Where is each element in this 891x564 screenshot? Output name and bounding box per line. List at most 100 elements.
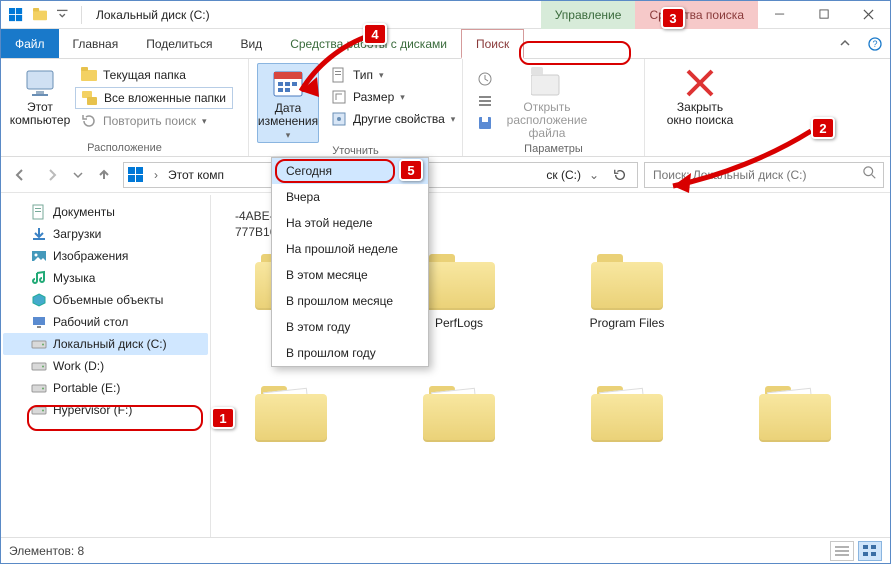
ribbon-group-location: Этот компьютер Текущая папка Все вложенн… (1, 59, 249, 156)
date-modified-menu[interactable]: СегодняВчераНа этой неделеНа прошлой нед… (271, 157, 429, 367)
tab-file[interactable]: Файл (1, 29, 59, 58)
view-details-button[interactable] (830, 541, 854, 561)
annotation-badge-3: 3 (661, 7, 685, 29)
tree-item-3[interactable]: Музыка (3, 267, 208, 289)
addr-root[interactable]: Этот комп (168, 168, 224, 182)
svg-text:?: ? (872, 39, 877, 49)
quick-access-toolbar (1, 4, 90, 26)
tree-item-0[interactable]: Документы (3, 201, 208, 223)
minimize-button[interactable] (758, 1, 802, 29)
help-icon[interactable]: ? (860, 29, 890, 58)
folder-item[interactable] (231, 386, 351, 448)
group-location-label: Расположение (9, 140, 240, 154)
ribbon-tabs: Файл Главная Поделиться Вид Средства раб… (1, 29, 890, 59)
folder-icon (759, 386, 831, 442)
annotation-badge-2: 2 (811, 117, 835, 139)
menu-item-1[interactable]: Вчера (272, 184, 428, 210)
menu-item-2[interactable]: На этой неделе (272, 210, 428, 236)
search-icon[interactable] (863, 166, 877, 183)
3d-icon (31, 292, 47, 308)
btn-other-props-label: Другие свойства (353, 112, 445, 126)
window-controls (758, 1, 890, 29)
btn-recent-searches[interactable] (471, 69, 499, 89)
menu-item-3[interactable]: На прошлой неделе (272, 236, 428, 262)
qat-dropdown-icon[interactable] (53, 4, 75, 26)
tree-item-5[interactable]: Рабочий стол (3, 311, 208, 333)
folder-item[interactable]: Program Files (567, 254, 687, 330)
explorer-window: Локальный диск (C:) Управление Средства … (0, 0, 891, 564)
menu-item-6[interactable]: В этом году (272, 314, 428, 340)
maximize-button[interactable] (802, 1, 846, 29)
btn-all-subfolders[interactable]: Все вложенные папки (75, 87, 233, 109)
window-title: Локальный диск (C:) (90, 8, 541, 22)
tab-home[interactable]: Главная (59, 29, 133, 58)
nav-forward-icon[interactable] (39, 162, 65, 188)
btn-search-again[interactable]: Повторить поиск (75, 111, 233, 131)
btn-close-search-label: Закрыть окно поиска (667, 101, 734, 127)
tab-search[interactable]: Поиск (461, 29, 524, 59)
group-refine-label: Уточнить (257, 143, 454, 157)
btn-this-pc[interactable]: Этот компьютер (9, 63, 71, 140)
addr-tail[interactable]: ск (C:) (546, 168, 581, 182)
annotation-ring-search-tab (519, 41, 631, 65)
nav-back-icon[interactable] (7, 162, 33, 188)
tree-item-8[interactable]: Portable (E:) (3, 377, 208, 399)
nav-history-icon[interactable] (71, 162, 85, 188)
tree-item-6[interactable]: Локальный диск (C:) (3, 333, 208, 355)
btn-open-location: Открыть расположение файла (499, 63, 595, 141)
menu-item-7[interactable]: В прошлом году (272, 340, 428, 366)
contextual-tab-search-tools[interactable]: Средства поиска (635, 1, 758, 29)
item-count: Элементов: 8 (9, 544, 84, 558)
folder-name: Program Files (590, 316, 665, 330)
btn-save-search[interactable] (471, 113, 499, 133)
tree-item-1[interactable]: Загрузки (3, 223, 208, 245)
tree-item-7[interactable]: Work (D:) (3, 355, 208, 377)
folder-icon (591, 386, 663, 442)
folder-item[interactable] (567, 386, 687, 448)
btn-advanced-options[interactable] (471, 91, 499, 111)
title-bar: Локальный диск (C:) Управление Средства … (1, 1, 890, 29)
folder-icon (255, 386, 327, 442)
tree-item-label: Рабочий стол (53, 315, 128, 329)
btn-close-search[interactable]: Закрыть окно поиска (653, 63, 747, 140)
menu-item-5[interactable]: В прошлом месяце (272, 288, 428, 314)
btn-other-props[interactable]: Другие свойства (325, 109, 461, 129)
annotation-badge-4: 4 (363, 23, 387, 45)
folder-item[interactable] (735, 386, 855, 448)
dl-icon (31, 226, 47, 242)
folder-item[interactable] (399, 386, 519, 448)
status-bar: Элементов: 8 (1, 537, 890, 563)
tree-item-4[interactable]: Объемные объекты (3, 289, 208, 311)
btn-search-again-label: Повторить поиск (103, 114, 196, 128)
drive-icon (31, 336, 47, 352)
tree-item-label: Локальный диск (C:) (53, 337, 167, 351)
folder-icon[interactable] (29, 4, 51, 26)
close-button[interactable] (846, 1, 890, 29)
ribbon-collapse-icon[interactable] (830, 29, 860, 58)
tree-item-label: Portable (E:) (53, 381, 120, 395)
btn-current-folder[interactable]: Текущая папка (75, 65, 233, 85)
annotation-arrow-2 (661, 131, 831, 211)
btn-open-location-label: Открыть расположение файла (499, 101, 595, 141)
annotation-ring-1 (27, 405, 203, 431)
menu-item-4[interactable]: В этом месяце (272, 262, 428, 288)
ribbon-group-params: Открыть расположение файла Параметры (463, 59, 645, 156)
music-icon (31, 270, 47, 286)
tab-share[interactable]: Поделиться (132, 29, 226, 58)
windows-icon[interactable] (5, 4, 27, 26)
refresh-icon[interactable] (607, 168, 633, 182)
tree-item-2[interactable]: Изображения (3, 245, 208, 267)
contextual-tab-manage[interactable]: Управление (541, 1, 636, 29)
tab-view[interactable]: Вид (226, 29, 276, 58)
tree-item-label: Музыка (53, 271, 95, 285)
folder-icon (423, 386, 495, 442)
nav-tree[interactable]: Документы Загрузки Изображения Музыка Объемн… (1, 195, 211, 537)
tree-item-label: Документы (53, 205, 115, 219)
docs-icon (31, 204, 47, 220)
nav-up-icon[interactable] (91, 162, 117, 188)
drive-icon (31, 358, 47, 374)
addr-dropdown-icon[interactable]: ⌄ (587, 168, 601, 182)
view-icons-button[interactable] (858, 541, 882, 561)
tree-item-label: Загрузки (53, 227, 101, 241)
desk-icon (31, 314, 47, 330)
